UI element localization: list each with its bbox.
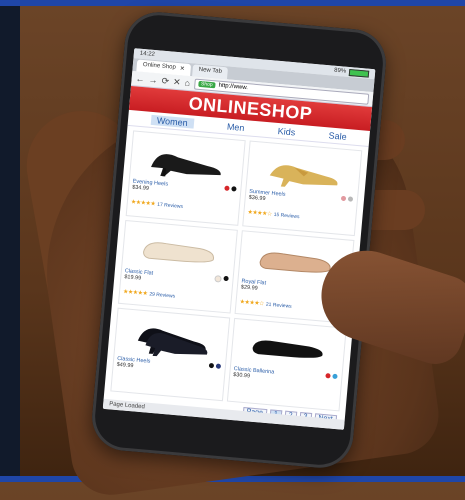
rating-stars: ★★★★☆: [247, 209, 272, 218]
back-icon[interactable]: ←: [135, 73, 145, 84]
status-time: 14:22: [139, 50, 156, 58]
product-card[interactable]: Summer Heels $36.99 ★★★★☆15 Reviews: [242, 140, 363, 237]
category-kids[interactable]: Kids: [277, 126, 295, 137]
category-women[interactable]: Women: [150, 114, 195, 129]
shoe-image: [250, 145, 358, 196]
close-icon[interactable]: ✕: [173, 76, 181, 88]
shoe-image: [133, 135, 241, 186]
category-sale[interactable]: Sale: [328, 130, 347, 142]
color-swatches: [224, 185, 237, 192]
swatch[interactable]: [215, 363, 222, 369]
category-men[interactable]: Men: [227, 122, 245, 133]
rating-stars: ★★★★★: [130, 199, 156, 208]
swatch[interactable]: [325, 373, 331, 379]
reload-icon[interactable]: ⟳: [161, 75, 169, 87]
shoe-image: [234, 322, 342, 373]
close-icon[interactable]: ✕: [179, 65, 185, 73]
product-card[interactable]: Classic Ballerina $30.99: [226, 317, 347, 412]
url-text: http://www.: [218, 82, 249, 92]
swatch[interactable]: [347, 196, 354, 202]
swatch[interactable]: [223, 275, 229, 282]
review-count[interactable]: 29 Reviews: [149, 291, 175, 299]
home-icon[interactable]: ⌂: [184, 78, 190, 88]
color-swatches: [340, 195, 354, 202]
swatch[interactable]: [231, 186, 237, 192]
shoe-image: [118, 312, 226, 363]
forward-icon[interactable]: →: [148, 75, 158, 86]
swatch[interactable]: [224, 185, 230, 191]
rating-stars: ★★★★☆: [239, 299, 265, 308]
battery-icon: [348, 68, 370, 78]
tab-label: Online Shop: [142, 61, 177, 71]
product-card[interactable]: Evening Heels $34.99 ★★★★★17 Reviews: [125, 130, 246, 226]
swatch[interactable]: [208, 362, 215, 369]
product-card[interactable]: Classic Flat $19.99 ★★★★★29 Reviews: [117, 220, 238, 314]
color-swatches: [325, 373, 338, 380]
review-count[interactable]: 17 Reviews: [157, 202, 183, 210]
review-count[interactable]: 21 Reviews: [266, 302, 292, 310]
review-count[interactable]: 15 Reviews: [273, 212, 299, 220]
rating-stars: ★★★★★: [122, 289, 148, 298]
color-swatches: [208, 362, 222, 369]
swatch[interactable]: [340, 195, 347, 202]
battery-percent: 89%: [333, 67, 347, 75]
tab-label: New Tab: [198, 66, 223, 75]
smartphone: 14:22 89% Online Shop ✕ New Tab ← → ⟳ ✕ …: [89, 9, 389, 471]
swatch[interactable]: [214, 275, 222, 283]
phone-screen: 14:22 89% Online Shop ✕ New Tab ← → ⟳ ✕ …: [102, 48, 376, 430]
swatch[interactable]: [332, 373, 338, 380]
backdrop: [0, 6, 20, 476]
color-swatches: [214, 275, 229, 283]
secure-badge: Shop: [197, 80, 216, 89]
shoe-image: [125, 224, 233, 275]
product-card[interactable]: Classic Heels $49.99: [110, 307, 231, 402]
